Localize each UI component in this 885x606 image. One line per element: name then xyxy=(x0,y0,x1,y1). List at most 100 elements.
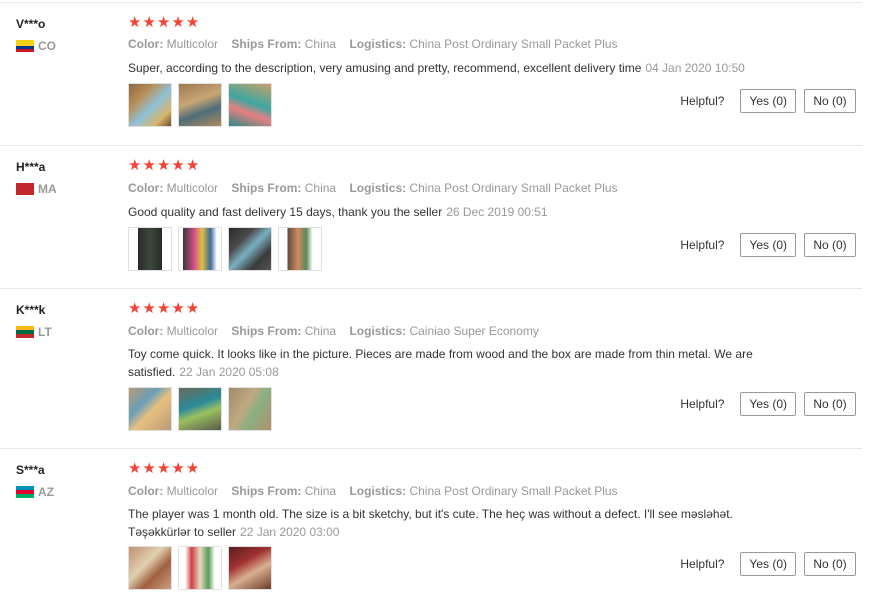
star-icon: ★ xyxy=(171,300,185,317)
star-icon: ★ xyxy=(171,460,185,477)
helpful-no-button[interactable]: No (0) xyxy=(804,89,856,113)
user-name: K***k xyxy=(16,303,46,317)
review-photo[interactable] xyxy=(178,83,222,127)
helpful-yes-button[interactable]: Yes (0) xyxy=(740,233,796,257)
star-rating: ★ ★ ★ ★ ★ xyxy=(128,158,200,173)
review-body: Super, according to the description, ver… xyxy=(128,61,642,75)
attr-ships-from: China xyxy=(304,484,337,498)
order-attributes: Color: Multicolor Ships From: China Logi… xyxy=(128,37,628,51)
attr-label: Color: xyxy=(128,324,164,338)
star-icon: ★ xyxy=(171,14,185,31)
helpful-votes: Helpful? Yes (0) No (0) xyxy=(680,233,856,257)
star-icon: ★ xyxy=(142,14,156,31)
country-code: LT xyxy=(38,325,52,339)
helpful-yes-button[interactable]: Yes (0) xyxy=(740,89,796,113)
star-icon: ★ xyxy=(128,300,142,317)
review-photos xyxy=(128,83,278,127)
review-photo[interactable] xyxy=(178,387,222,431)
user-name: H***a xyxy=(16,160,46,174)
star-icon: ★ xyxy=(128,460,142,477)
helpful-no-button[interactable]: No (0) xyxy=(804,233,856,257)
star-icon: ★ xyxy=(142,300,156,317)
star-icon: ★ xyxy=(156,14,171,31)
review-text: Toy come quick. It looks like in the pic… xyxy=(128,345,788,381)
attr-color: Multicolor xyxy=(166,181,219,195)
attr-ships-from: China xyxy=(304,324,337,338)
helpful-label: Helpful? xyxy=(680,397,725,411)
user-country: AZ xyxy=(16,485,54,499)
attr-label: Logistics: xyxy=(349,37,407,51)
attr-label: Color: xyxy=(128,37,164,51)
review-photo[interactable] xyxy=(178,227,222,271)
helpful-no-button[interactable]: No (0) xyxy=(804,552,856,576)
attr-logistics: China Post Ordinary Small Packet Plus xyxy=(409,484,618,498)
order-attributes: Color: Multicolor Ships From: China Logi… xyxy=(128,324,549,338)
star-icon: ★ xyxy=(156,300,171,317)
review-date: 26 Dec 2019 00:51 xyxy=(446,205,548,219)
attr-label: Logistics: xyxy=(349,181,407,195)
attr-logistics: China Post Ordinary Small Packet Plus xyxy=(409,37,618,51)
attr-label: Logistics: xyxy=(349,324,407,338)
feedback-item: V***o CO ★ ★ ★ ★ ★ Color: Multicolor Shi… xyxy=(0,2,862,145)
review-photos xyxy=(128,227,328,271)
review-photo[interactable] xyxy=(128,546,172,590)
feedback-item: K***k LT ★ ★ ★ ★ ★ Color: Multicolor Shi… xyxy=(0,288,862,449)
attr-ships-from: China xyxy=(304,37,337,51)
star-icon: ★ xyxy=(156,157,171,174)
attr-color: Multicolor xyxy=(166,37,219,51)
review-photo[interactable] xyxy=(228,546,272,590)
helpful-votes: Helpful? Yes (0) No (0) xyxy=(680,89,856,113)
review-photos xyxy=(128,387,278,431)
country-code: MA xyxy=(38,182,57,196)
feedback-item: S***a AZ ★ ★ ★ ★ ★ Color: Multicolor Shi… xyxy=(0,448,862,606)
attr-logistics: Cainiao Super Economy xyxy=(409,324,539,338)
star-rating: ★ ★ ★ ★ ★ xyxy=(128,301,200,316)
review-date: 22 Jan 2020 03:00 xyxy=(240,525,340,539)
review-photo[interactable] xyxy=(278,227,322,271)
helpful-no-button[interactable]: No (0) xyxy=(804,392,856,416)
review-photo[interactable] xyxy=(228,387,272,431)
review-date: 22 Jan 2020 05:08 xyxy=(179,365,279,379)
star-icon: ★ xyxy=(171,157,185,174)
attr-label: Ships From: xyxy=(231,324,302,338)
country-code: AZ xyxy=(38,485,54,499)
review-photo[interactable] xyxy=(128,227,172,271)
review-photo[interactable] xyxy=(128,387,172,431)
attr-label: Logistics: xyxy=(349,484,407,498)
review-photo[interactable] xyxy=(228,83,272,127)
helpful-votes: Helpful? Yes (0) No (0) xyxy=(680,392,856,416)
attr-label: Ships From: xyxy=(231,484,302,498)
star-icon: ★ xyxy=(185,300,200,317)
flag-icon xyxy=(16,326,34,338)
helpful-yes-button[interactable]: Yes (0) xyxy=(740,552,796,576)
user-country: MA xyxy=(16,182,57,196)
review-text: The player was 1 month old. The size is … xyxy=(128,505,788,541)
review-photos xyxy=(128,546,278,590)
flag-icon xyxy=(16,486,34,498)
attr-ships-from: China xyxy=(304,181,337,195)
star-icon: ★ xyxy=(185,460,200,477)
star-icon: ★ xyxy=(128,157,142,174)
review-text: Good quality and fast delivery 15 days, … xyxy=(128,203,788,221)
star-icon: ★ xyxy=(142,460,156,477)
review-photo[interactable] xyxy=(228,227,272,271)
review-body: Good quality and fast delivery 15 days, … xyxy=(128,205,443,219)
star-rating: ★ ★ ★ ★ ★ xyxy=(128,461,200,476)
attr-label: Color: xyxy=(128,484,164,498)
helpful-label: Helpful? xyxy=(680,94,725,108)
attr-color: Multicolor xyxy=(166,324,219,338)
feedback-item: H***a MA ★ ★ ★ ★ ★ Color: Multicolor Shi… xyxy=(0,145,862,289)
review-photo[interactable] xyxy=(128,83,172,127)
attr-label: Ships From: xyxy=(231,37,302,51)
helpful-yes-button[interactable]: Yes (0) xyxy=(740,392,796,416)
review-date: 04 Jan 2020 10:50 xyxy=(645,61,745,75)
star-rating: ★ ★ ★ ★ ★ xyxy=(128,15,200,30)
user-name: S***a xyxy=(16,463,45,477)
star-icon: ★ xyxy=(185,157,200,174)
star-icon: ★ xyxy=(128,14,142,31)
review-text: Super, according to the description, ver… xyxy=(128,59,788,77)
review-photo[interactable] xyxy=(178,546,222,590)
order-attributes: Color: Multicolor Ships From: China Logi… xyxy=(128,484,628,498)
attr-color: Multicolor xyxy=(166,484,219,498)
attr-logistics: China Post Ordinary Small Packet Plus xyxy=(409,181,618,195)
